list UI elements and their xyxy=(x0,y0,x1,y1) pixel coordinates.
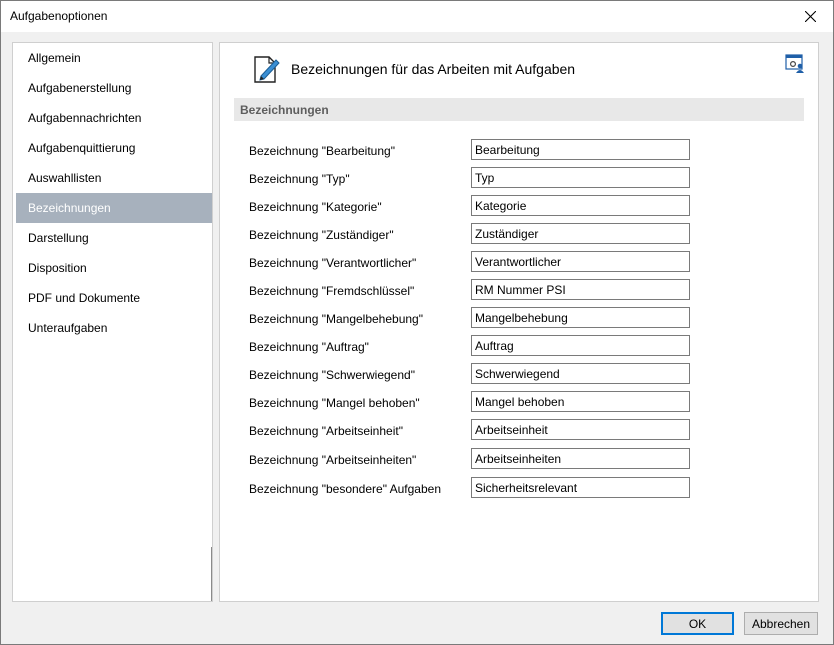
cancel-button[interactable]: Abbrechen xyxy=(744,612,818,635)
field-label: Bezeichnung "Zuständiger" xyxy=(249,228,394,242)
field-label: Bezeichnung "Auftrag" xyxy=(249,340,369,354)
label-text-input[interactable] xyxy=(471,363,690,384)
close-button[interactable] xyxy=(787,1,833,32)
nav-item[interactable]: Bezeichnungen xyxy=(16,193,212,223)
dialog-window: Aufgabenoptionen Allgemein Aufgabenerstel… xyxy=(0,0,834,645)
label-text-input[interactable] xyxy=(471,139,690,160)
label-text-input[interactable] xyxy=(471,419,690,440)
label-text-input[interactable] xyxy=(471,335,690,356)
label-text-input[interactable] xyxy=(471,391,690,412)
label-text-input[interactable] xyxy=(471,279,690,300)
label-text-input[interactable] xyxy=(471,251,690,272)
nav-item[interactable]: Aufgabenquittierung xyxy=(16,133,212,163)
field-label: Bezeichnung "Verantwortlicher" xyxy=(249,256,417,270)
list-scroll-indicator xyxy=(211,547,212,601)
settings-panel: Bezeichnungen für das Arbeiten mit Aufga… xyxy=(219,42,819,602)
title-bar: Aufgabenoptionen xyxy=(1,1,833,32)
ok-button[interactable]: OK xyxy=(661,612,734,635)
window-title: Aufgabenoptionen xyxy=(10,9,108,23)
nav-item[interactable]: PDF und Dokumente xyxy=(16,283,212,313)
field-label: Bezeichnung "Bearbeitung" xyxy=(249,144,395,158)
field-label: Bezeichnung "Schwerwiegend" xyxy=(249,368,415,382)
nav-item[interactable]: Allgemein xyxy=(16,43,212,73)
category-list[interactable]: Allgemein Aufgabenerstellung Aufgabennachr… xyxy=(12,42,213,602)
label-text-input[interactable] xyxy=(471,167,690,188)
label-text-input[interactable] xyxy=(471,477,690,498)
field-label: Bezeichnung "Arbeitseinheiten" xyxy=(249,453,417,467)
field-label: Bezeichnung "Kategorie" xyxy=(249,200,382,214)
window-user-settings-icon[interactable] xyxy=(785,53,805,73)
section-header: Bezeichnungen xyxy=(234,98,804,121)
section-title: Bezeichnungen xyxy=(240,103,329,117)
nav-item[interactable]: Disposition xyxy=(16,253,212,283)
field-label: Bezeichnung "besondere" Aufgaben xyxy=(249,482,442,496)
field-label: Bezeichnung "Typ" xyxy=(249,172,350,186)
nav-item[interactable]: Auswahllisten xyxy=(16,163,212,193)
label-text-input[interactable] xyxy=(471,448,690,469)
field-label: Bezeichnung "Arbeitseinheit" xyxy=(249,424,403,438)
label-text-input[interactable] xyxy=(471,195,690,216)
field-label: Bezeichnung "Fremdschlüssel" xyxy=(249,284,415,298)
nav-item[interactable]: Darstellung xyxy=(16,223,212,253)
label-text-input[interactable] xyxy=(471,223,690,244)
header-title: Bezeichnungen für das Arbeiten mit Aufga… xyxy=(291,61,576,77)
field-label: Bezeichnung "Mangel behoben" xyxy=(249,396,420,410)
nav-item[interactable]: Aufgabenerstellung xyxy=(16,73,212,103)
field-label: Bezeichnung "Mangelbehebung" xyxy=(249,312,423,326)
nav-item[interactable]: Aufgabennachrichten xyxy=(16,103,212,133)
close-icon xyxy=(804,11,816,22)
nav-item[interactable]: Unteraufgaben xyxy=(16,313,212,343)
document-pen-icon xyxy=(254,56,280,83)
label-text-input[interactable] xyxy=(471,307,690,328)
